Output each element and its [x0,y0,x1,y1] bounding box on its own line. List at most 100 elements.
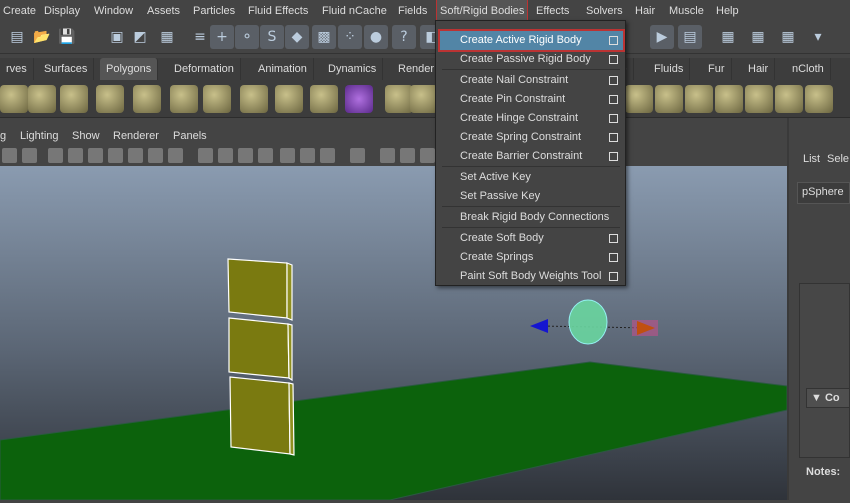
panel-tool-icon[interactable] [420,148,435,163]
shelf-tool-icon[interactable] [775,85,803,113]
toolbar-icon[interactable]: ◩ [128,25,152,49]
panel-tool-icon[interactable] [48,148,63,163]
panel-tool-icon[interactable] [168,148,183,163]
toolbar-icon[interactable]: ▦ [746,25,770,49]
toolbar-icon[interactable]: + [210,25,234,49]
option-box-icon[interactable] [609,95,618,104]
option-box-icon[interactable] [609,133,618,142]
section-header[interactable]: ▼ Co [806,388,850,408]
menu-soft-rigid-bodies[interactable]: Soft/Rigid Bodies [435,0,529,23]
panel-tool-icon[interactable] [400,148,415,163]
shelf-tool-icon[interactable] [170,85,198,113]
shelf-tab-ncloth[interactable]: nCloth [786,58,831,80]
menu-assets[interactable]: Assets [144,0,183,22]
list-menu[interactable]: List [803,153,820,165]
toolbar-icon[interactable]: 📂 [30,25,54,49]
toolbar-icon[interactable]: ▶ [650,25,674,49]
panel-menu-show[interactable]: Show [72,130,100,142]
option-box-icon[interactable] [609,234,618,243]
shelf-tool-icon[interactable] [625,85,653,113]
menu-hair[interactable]: Hair [632,0,658,22]
menu-fluid-ncache[interactable]: Fluid nCache [319,0,390,22]
panel-menu-lighting[interactable]: Lighting [20,130,59,142]
panel-tool-icon[interactable] [148,148,163,163]
panel-menu-renderer[interactable]: Renderer [113,130,159,142]
option-box-icon[interactable] [609,114,618,123]
object-name-field[interactable]: pSphere [797,182,850,204]
select-menu[interactable]: Sele [827,153,849,165]
menu-item-create-pin-constraint[interactable]: Create Pin Constraint [440,90,623,109]
toolbar-icon[interactable]: ◆ [285,25,309,49]
menu-particles[interactable]: Particles [190,0,238,22]
panel-tool-icon[interactable] [2,148,17,163]
panel-tool-icon[interactable] [350,148,365,163]
option-box-icon[interactable] [609,36,618,45]
panel-tool-icon[interactable] [300,148,315,163]
shelf-tab-deformation[interactable]: Deformation [168,58,241,80]
shelf-tool-icon[interactable] [385,85,413,113]
toolbar-icon[interactable]: ▩ [312,25,336,49]
blue-arrow-icon[interactable] [530,319,548,333]
shelf-tab-polygons[interactable]: Polygons [100,58,159,80]
shelf-tool-icon[interactable] [60,85,88,113]
menu-item-paint-soft-body-weights-tool[interactable]: Paint Soft Body Weights Tool [440,267,623,286]
shelf-tool-icon[interactable] [0,85,28,113]
menu-item-set-passive-key[interactable]: Set Passive Key [440,187,623,206]
option-box-icon[interactable] [609,272,618,281]
toolbar-icon[interactable]: S [260,25,284,49]
shelf-tab-fluids[interactable]: Fluids [648,58,691,80]
toolbar-icon[interactable]: ● [364,25,388,49]
toolbar-icon[interactable]: ▾ [806,25,830,49]
shelf-tool-icon[interactable] [133,85,161,113]
menu-item-create-nail-constraint[interactable]: Create Nail Constraint [440,71,623,90]
shelf-tool-icon[interactable] [275,85,303,113]
shelf-tool-icon[interactable] [745,85,773,113]
toolbar-icon[interactable]: 💾 [55,25,79,49]
shelf-tool-icon[interactable] [96,85,124,113]
panel-tool-icon[interactable] [108,148,123,163]
menu-item-create-hinge-constraint[interactable]: Create Hinge Constraint [440,109,623,128]
panel-menu-panels[interactable]: Panels [173,130,207,142]
viewport-3d[interactable] [0,166,788,501]
shelf-tool-icon[interactable] [410,85,438,113]
panel-tool-icon[interactable] [198,148,213,163]
shelf-tool-icon[interactable] [655,85,683,113]
toolbar-icon[interactable]: ⁘ [338,25,362,49]
toolbar-icon[interactable]: ▦ [155,25,179,49]
panel-tool-icon[interactable] [258,148,273,163]
panel-tool-icon[interactable] [68,148,83,163]
menu-window[interactable]: Window [91,0,136,22]
menu-item-create-springs[interactable]: Create Springs [440,248,623,267]
toolbar-icon[interactable]: ▦ [716,25,740,49]
panel-tool-icon[interactable] [380,148,395,163]
menu-effects[interactable]: Effects [533,0,572,22]
shelf-tool-icon[interactable] [310,85,338,113]
option-box-icon[interactable] [609,152,618,161]
menu-item-create-passive-rigid-body[interactable]: Create Passive Rigid Body [440,50,623,69]
shelf-tool-icon[interactable] [805,85,833,113]
menu-help[interactable]: Help [713,0,742,22]
shelf-tool-icon[interactable] [715,85,743,113]
toolbar-icon[interactable]: ▤ [678,25,702,49]
selected-sphere[interactable] [568,299,608,345]
toolbar-icon[interactable]: ≡ [188,25,212,49]
shelf-tool-icon[interactable] [240,85,268,113]
panel-tool-icon[interactable] [88,148,103,163]
shelf-tool-icon[interactable] [203,85,231,113]
menu-item-create-spring-constraint[interactable]: Create Spring Constraint [440,128,623,147]
shelf-tab-dynamics[interactable]: Dynamics [322,58,384,80]
menu-item-create-soft-body[interactable]: Create Soft Body [440,229,623,248]
toolbar-icon[interactable]: ▦ [776,25,800,49]
menu-item-create-active-rigid-body[interactable]: Create Active Rigid Body [438,29,625,52]
menu-fluid-effects[interactable]: Fluid Effects [245,0,311,22]
shelf-tool-icon[interactable] [345,85,373,113]
panel-menu-g[interactable]: g [0,130,6,142]
option-box-icon[interactable] [609,76,618,85]
shelf-tab-surfaces[interactable]: Surfaces [38,58,95,80]
toolbar-icon[interactable]: ? [392,25,416,49]
option-box-icon[interactable] [609,253,618,262]
panel-tool-icon[interactable] [280,148,295,163]
menu-solvers[interactable]: Solvers [583,0,626,22]
panel-tool-icon[interactable] [128,148,143,163]
shelf-tab-rves[interactable]: rves [0,58,34,80]
